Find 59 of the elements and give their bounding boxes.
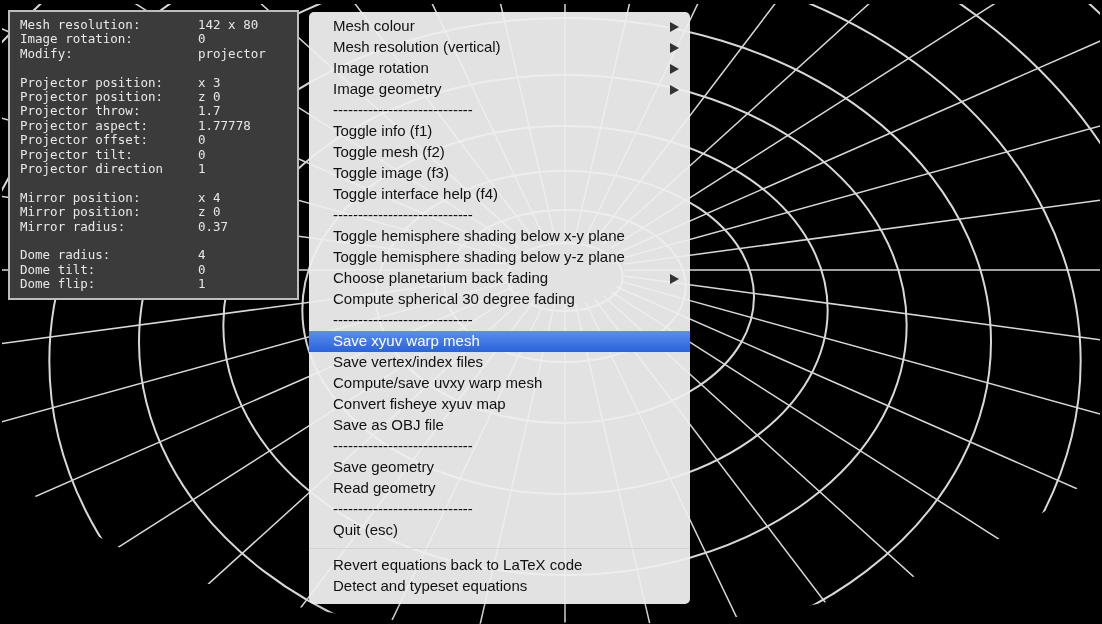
info-label: Projector direction [20, 162, 164, 177]
dashed-divider-text: ---------------------------- [332, 205, 474, 226]
menu-item[interactable]: Save geometry [309, 457, 690, 478]
info-label: Modify: [20, 46, 74, 62]
info-value: x 3 [198, 75, 221, 90]
info-value: 1 [198, 162, 206, 177]
info-label: Mesh resolution: [20, 18, 142, 33]
info-label: Projector offset: [20, 133, 149, 148]
info-label: Projector aspect: [20, 118, 149, 134]
info-value: 0 [198, 133, 206, 148]
menu-item[interactable]: Quit (esc) [309, 520, 690, 541]
menu-item[interactable]: Detect and typeset equations [309, 576, 690, 597]
menu-item[interactable]: Image rotation [309, 58, 690, 79]
dashed-divider-text: ---------------------------- [332, 100, 474, 121]
info-value: 1 [198, 277, 206, 292]
info-label: Mirror position: [20, 205, 142, 220]
info-value: z 0 [198, 90, 221, 105]
menu-item[interactable]: Mesh colour [309, 16, 690, 37]
menu-item[interactable]: Toggle interface help (f4) [309, 184, 690, 205]
info-label: Projector tilt: [20, 147, 134, 163]
menu-item[interactable]: Compute spherical 30 degree fading [309, 289, 690, 310]
info-label: Mirror radius: [20, 219, 126, 235]
info-value: projector [198, 46, 266, 62]
info-value: 0.37 [198, 219, 229, 235]
menu-item[interactable]: Save vertex/index files [309, 352, 690, 373]
info-label: Dome flip: [20, 277, 97, 292]
info-value: 0 [198, 147, 206, 163]
info-label: Image rotation: [20, 32, 134, 47]
dashed-divider-text: ---------------------------- [332, 310, 474, 331]
info-label: Mirror position: [20, 190, 142, 206]
info-label: Projector position: [20, 90, 164, 105]
menu-item[interactable]: Convert fisheye xyuv map [309, 394, 690, 415]
info-value: 1.7 [198, 104, 221, 119]
menu-item[interactable]: Image geometry [309, 79, 690, 100]
menu-item[interactable]: Revert equations back to LaTeX code [309, 555, 690, 576]
menu-item[interactable]: Toggle info (f1) [309, 121, 690, 142]
info-value: 4 [198, 248, 206, 263]
menu-item[interactable]: Toggle mesh (f2) [309, 142, 690, 163]
dashed-divider-text: ---------------------------- [332, 499, 474, 520]
menu-item[interactable]: Toggle hemisphere shading below y-z plane [309, 247, 690, 268]
info-label: Projector position: [20, 75, 164, 90]
info-value: 0 [198, 32, 206, 47]
dashed-divider-text: ---------------------------- [332, 436, 474, 457]
menu-item[interactable]: Choose planetarium back fading [309, 268, 690, 289]
menu-item[interactable]: Toggle hemisphere shading below x-y plane [309, 226, 690, 247]
info-value: 0 [198, 262, 206, 278]
info-value: 1.77778 [198, 118, 251, 134]
menu-item[interactable]: Save xyuv warp mesh [309, 331, 690, 352]
menu-item[interactable]: Mesh resolution (vertical) [309, 37, 690, 58]
menu-item[interactable]: Save as OBJ file [309, 415, 690, 436]
info-value: z 0 [198, 205, 221, 220]
menu-item[interactable]: Compute/save uvxy warp mesh [309, 373, 690, 394]
menu-item[interactable]: Read geometry [309, 478, 690, 499]
menu-item[interactable]: Toggle image (f3) [309, 163, 690, 184]
info-label: Dome tilt: [20, 262, 97, 278]
info-label: Projector throw: [20, 104, 141, 119]
info-label: Dome radius: [20, 248, 112, 263]
info-value: 142 x 80 [198, 18, 259, 33]
info-value: x 4 [198, 190, 221, 206]
